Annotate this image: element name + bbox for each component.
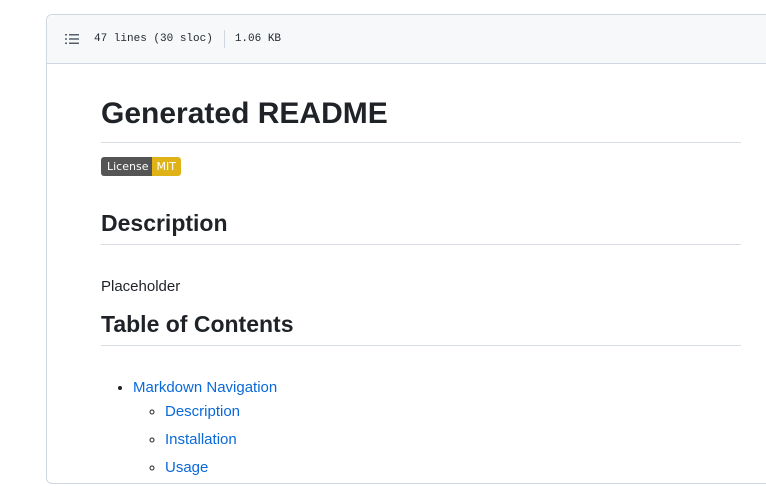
toc-link-installation[interactable]: Installation <box>165 431 237 448</box>
line-count: 47 lines (30 sloc) <box>94 33 213 45</box>
description-text: Placeholder <box>101 278 181 295</box>
toc-heading: Table of Contents <box>101 309 741 346</box>
list-item: Markdown Navigation Description Installa… <box>133 378 277 478</box>
info-divider <box>223 30 225 48</box>
page-title: Generated README <box>101 94 741 143</box>
list-item: Usage <box>165 458 277 478</box>
toc-link-description[interactable]: Description <box>165 403 240 420</box>
file-info: 47 lines (30 sloc) 1.06 KB <box>94 30 281 48</box>
toc-link-markdown-navigation[interactable]: Markdown Navigation <box>133 379 277 396</box>
toc-sub-list: Description Installation Usage <box>133 402 277 478</box>
badge-label: License <box>101 157 153 176</box>
list-unordered-icon[interactable] <box>63 30 81 48</box>
toc-link-usage[interactable]: Usage <box>165 459 208 476</box>
badge-value: MIT <box>152 157 181 176</box>
description-heading: Description <box>101 208 741 245</box>
file-header: 47 lines (30 sloc) 1.06 KB <box>47 15 766 64</box>
list-item: Description <box>165 402 277 422</box>
license-badge[interactable]: License MIT <box>101 157 181 176</box>
list-item: Installation <box>165 430 277 450</box>
toc-list: Markdown Navigation Description Installa… <box>101 378 277 486</box>
file-size: 1.06 KB <box>234 33 282 45</box>
